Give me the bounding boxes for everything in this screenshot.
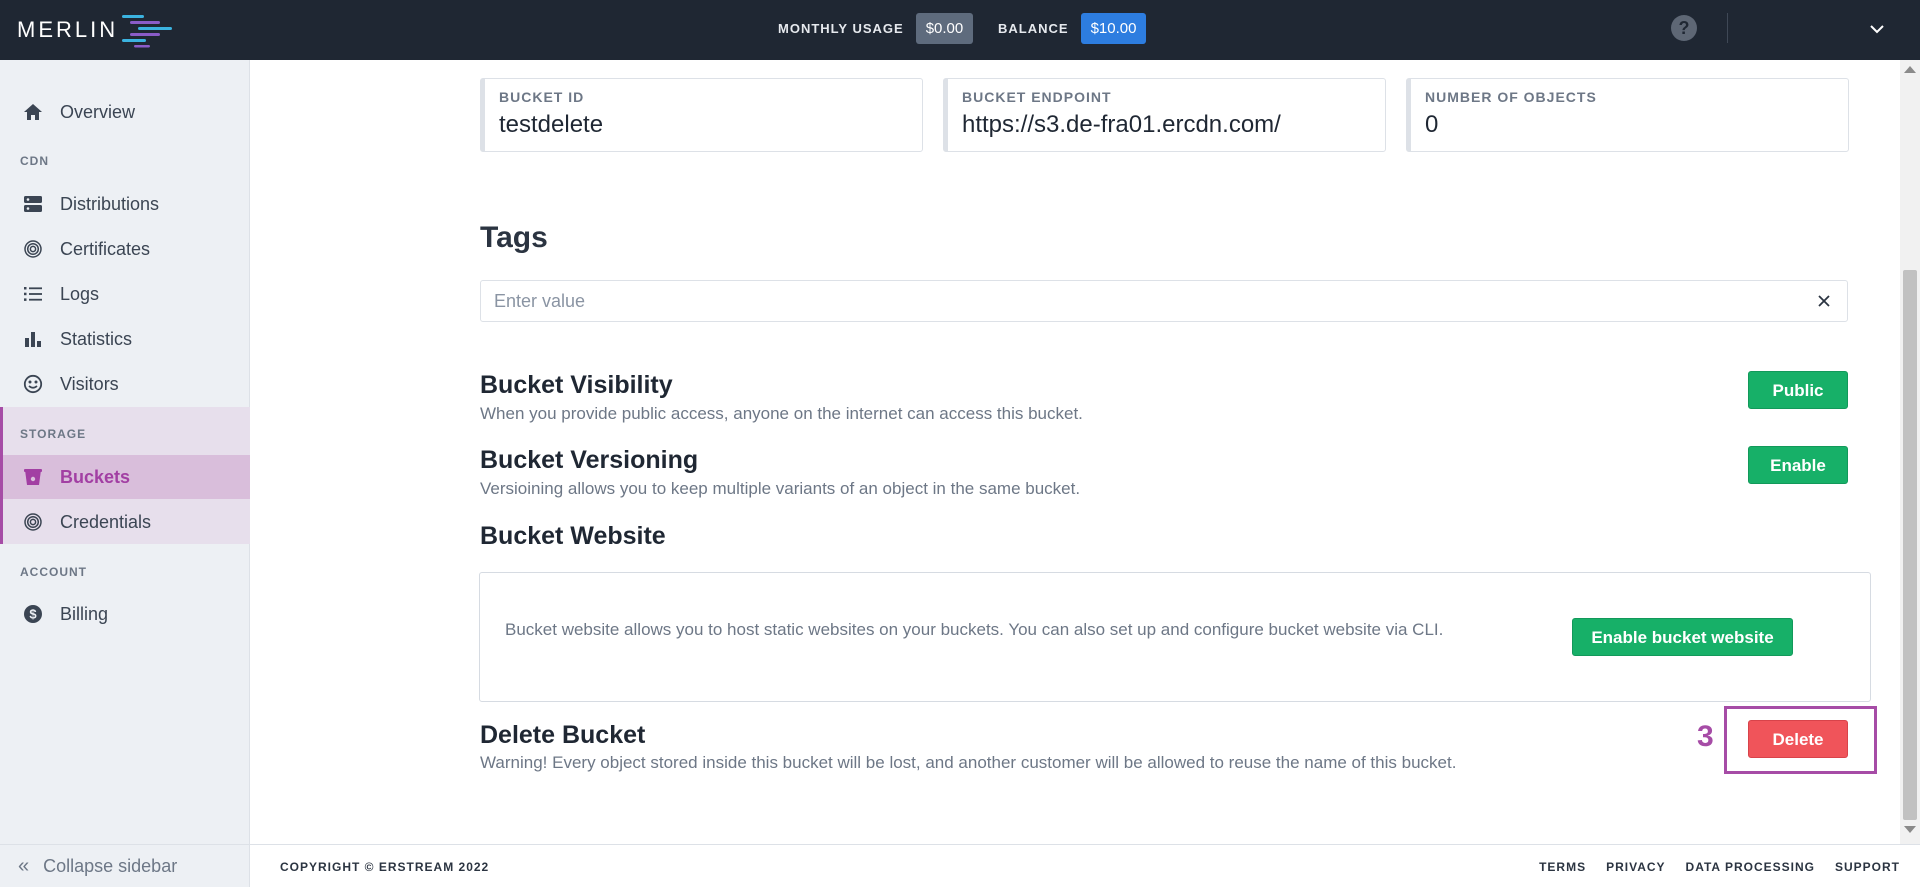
bucket-id-label: BUCKET ID <box>499 89 585 105</box>
sidebar-item-buckets[interactable]: Buckets <box>0 455 250 499</box>
number-of-objects-value: 0 <box>1425 111 1439 138</box>
bucket-id-card: BUCKET ID testdelete <box>480 78 923 152</box>
sidebar-item-statistics[interactable]: Statistics <box>0 317 250 361</box>
scrollbar-thumb[interactable] <box>1903 270 1917 820</box>
sidebar: Overview CDN Distributions Certificates … <box>0 60 250 887</box>
enable-versioning-button[interactable]: Enable <box>1748 446 1848 484</box>
top-bar: MERLIN MONTHLY USAGE $0.00 BALANCE $10.0… <box>0 0 1920 60</box>
bucket-endpoint-value: https://s3.de-fra01.ercdn.com/ <box>962 111 1281 138</box>
logo-mark-icon <box>122 15 173 48</box>
balance-label: BALANCE <box>998 20 1069 36</box>
bucket-endpoint-card: BUCKET ENDPOINT https://s3.de-fra01.ercd… <box>943 78 1386 152</box>
monthly-usage-value: $0.00 <box>915 12 974 44</box>
number-of-objects-card: NUMBER OF OBJECTS 0 <box>1406 78 1849 152</box>
sidebar-item-label: Distributions <box>60 193 160 214</box>
clear-icon[interactable] <box>1815 292 1833 310</box>
main-content: BUCKET ID testdelete BUCKET ENDPOINT htt… <box>250 60 1900 844</box>
section-label-storage: STORAGE <box>20 427 87 441</box>
number-of-objects-label: NUMBER OF OBJECTS <box>1425 89 1597 105</box>
bar-chart-icon <box>22 328 44 350</box>
collapse-sidebar-button[interactable]: « Collapse sidebar <box>0 844 250 887</box>
fingerprint-icon <box>22 511 44 533</box>
sidebar-item-label: Certificates <box>60 238 151 259</box>
sidebar-item-label: Overview <box>60 101 136 122</box>
sidebar-item-billing[interactable]: $ Billing <box>0 592 250 636</box>
dollar-icon: $ <box>22 603 44 625</box>
sidebar-item-label: Logs <box>60 283 100 304</box>
sidebar-item-label: Statistics <box>60 328 133 349</box>
tags-title: Tags <box>480 221 548 254</box>
balance: BALANCE $10.00 <box>998 12 1147 44</box>
step-number: 3 <box>1697 720 1714 753</box>
tags-field <box>480 280 1848 322</box>
sidebar-item-overview[interactable]: Overview <box>0 90 250 134</box>
public-button[interactable]: Public <box>1748 371 1848 409</box>
footer: COPYRIGHT © ERSTREAM 2022 TERMS PRIVACY … <box>250 844 1920 887</box>
sidebar-item-label: Credentials <box>60 511 152 532</box>
scroll-down-arrow-icon[interactable] <box>1904 826 1916 833</box>
home-icon <box>22 101 44 123</box>
copyright: COPYRIGHT © ERSTREAM 2022 <box>280 860 490 874</box>
bucket-website-panel: Bucket website allows you to host static… <box>479 572 1871 702</box>
sidebar-item-logs[interactable]: Logs <box>0 272 250 316</box>
scroll-up-arrow-icon[interactable] <box>1904 66 1916 73</box>
chevron-down-icon[interactable] <box>1868 20 1886 38</box>
logo[interactable]: MERLIN <box>17 12 174 48</box>
list-icon <box>22 283 44 305</box>
bucket-visibility-title: Bucket Visibility <box>480 371 673 399</box>
bucket-website-title: Bucket Website <box>480 522 666 550</box>
section-label-cdn: CDN <box>20 154 49 168</box>
server-icon <box>22 193 44 215</box>
double-chevron-left-icon: « <box>18 854 30 877</box>
footer-link-privacy[interactable]: PRIVACY <box>1606 860 1665 874</box>
bucket-versioning-title: Bucket Versioning <box>480 446 699 474</box>
svg-text:$: $ <box>29 607 37 622</box>
tags-input[interactable] <box>481 281 1781 321</box>
monthly-usage: MONTHLY USAGE $0.00 <box>778 12 974 44</box>
bucket-versioning-description: Versioining allows you to keep multiple … <box>480 479 1081 498</box>
sidebar-item-label: Visitors <box>60 373 119 394</box>
collapse-sidebar-label: Collapse sidebar <box>43 855 178 876</box>
sidebar-item-label: Buckets <box>60 466 131 487</box>
monthly-usage-label: MONTHLY USAGE <box>778 20 904 36</box>
sidebar-item-label: Billing <box>60 603 109 624</box>
footer-links: TERMS PRIVACY DATA PROCESSING SUPPORT <box>1539 860 1900 874</box>
bucket-endpoint-label: BUCKET ENDPOINT <box>962 89 1112 105</box>
bucket-id-value: testdelete <box>499 111 604 138</box>
sidebar-item-certificates[interactable]: Certificates <box>0 227 250 271</box>
bucket-icon <box>22 466 44 488</box>
section-label-account: ACCOUNT <box>20 565 87 579</box>
bucket-visibility-description: When you provide public access, anyone o… <box>480 404 1083 423</box>
delete-bucket-title: Delete Bucket <box>480 721 646 749</box>
delete-bucket-button[interactable]: Delete <box>1748 720 1848 758</box>
help-icon[interactable]: ? <box>1671 15 1697 41</box>
balance-value[interactable]: $10.00 <box>1080 12 1147 44</box>
sidebar-item-visitors[interactable]: Visitors <box>0 362 250 406</box>
logo-text: MERLIN <box>17 17 119 42</box>
delete-bucket-description: Warning! Every object stored inside this… <box>480 753 1457 772</box>
top-divider <box>1727 13 1728 43</box>
sidebar-item-credentials[interactable]: Credentials <box>0 500 250 544</box>
footer-link-support[interactable]: SUPPORT <box>1835 860 1900 874</box>
sidebar-item-distributions[interactable]: Distributions <box>0 182 250 226</box>
enable-bucket-website-button[interactable]: Enable bucket website <box>1572 618 1793 656</box>
bucket-website-description: Bucket website allows you to host static… <box>505 620 1444 639</box>
fingerprint-icon <box>22 238 44 260</box>
smiley-icon <box>22 373 44 395</box>
footer-link-data-processing[interactable]: DATA PROCESSING <box>1686 860 1815 874</box>
footer-link-terms[interactable]: TERMS <box>1539 860 1586 874</box>
